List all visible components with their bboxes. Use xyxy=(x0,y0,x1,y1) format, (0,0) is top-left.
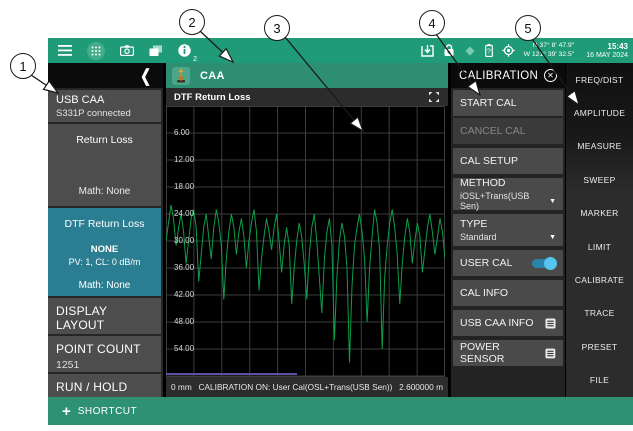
close-icon[interactable]: ✕ xyxy=(544,69,557,82)
usb-device-block[interactable]: USB CAA S331P connected xyxy=(48,90,161,122)
apps-grid-icon[interactable] xyxy=(87,42,105,60)
top-status-bar: 2 ? N 37° 8' 4 xyxy=(48,38,633,63)
manual-figure: 2 ? N 37° 8' 4 xyxy=(0,0,633,431)
calibration-status-label: CALIBRATION ON: User Cal(OSL+Trans(USB S… xyxy=(199,382,393,392)
y-axis-label: 48.00 xyxy=(174,317,204,326)
cal-info-button[interactable]: CAL INFO xyxy=(453,280,563,306)
instrument-screen: 2 ? N 37° 8' 4 xyxy=(48,38,633,425)
y-axis-label: 42.00 xyxy=(174,290,204,299)
nav-item-sweep[interactable]: SWEEP xyxy=(566,163,633,196)
callout-1: 1 xyxy=(10,53,36,79)
display-layout-label: DISPLAY LAYOUT xyxy=(56,304,153,332)
save-screen-icon[interactable] xyxy=(421,42,434,60)
screenshot-camera-icon[interactable] xyxy=(120,42,134,60)
caa-app-tab[interactable]: CAA xyxy=(166,63,448,88)
y-axis-label: 36.00 xyxy=(174,263,204,272)
plus-icon: + xyxy=(62,404,71,419)
trace2-math: Math: None xyxy=(48,280,161,291)
calibration-panel-title: CALIBRATION xyxy=(459,70,538,82)
battery-icon[interactable]: ? xyxy=(485,42,493,60)
point-count-button[interactable]: POINT COUNT 1251 xyxy=(48,336,161,372)
lock-icon[interactable] xyxy=(443,42,455,60)
x-end-label: 2.600000 m xyxy=(399,382,443,392)
shortcut-bar[interactable]: + SHORTCUT xyxy=(48,397,633,425)
callout-2: 2 xyxy=(179,9,205,35)
chart-canvas xyxy=(166,106,445,377)
nav-item-freq-dist[interactable]: FREQ/DIST xyxy=(566,63,633,96)
nav-item-marker[interactable]: MARKER xyxy=(566,197,633,230)
power-sensor-button[interactable]: POWER SENSOR xyxy=(453,340,563,366)
nav-item-limit[interactable]: LIMIT xyxy=(566,230,633,263)
type-dropdown[interactable]: TYPE Standard▼ xyxy=(453,214,563,246)
sidebar-header: ❮ xyxy=(48,63,163,88)
x-start-label: 0 mm xyxy=(171,382,192,392)
callout-4: 4 xyxy=(419,10,445,36)
trace1-return-loss-block[interactable]: Return Loss Math: None xyxy=(48,124,161,206)
nav-item-amplitude[interactable]: AMPLITUDE xyxy=(566,96,633,129)
calibration-panel-header: CALIBRATION ✕ xyxy=(451,63,565,88)
chart-title: DTF Return Loss xyxy=(174,92,251,103)
trace1-math: Math: None xyxy=(48,186,161,197)
y-axis-label: 12.00 xyxy=(174,155,204,164)
nav-item-calibrate[interactable]: CALIBRATE xyxy=(566,263,633,296)
main-menu-nav: FREQ/DISTAMPLITUDEMEASURESWEEPMARKERLIMI… xyxy=(566,63,633,397)
start-cal-button[interactable]: START CAL xyxy=(453,90,563,116)
usb-device-status: S331P connected xyxy=(56,108,161,119)
y-axis-label: 6.00 xyxy=(174,128,204,137)
gps-coordinates: N 37° 8' 47.9" W 121° 39' 32.5" xyxy=(524,42,575,59)
chart-header: DTF Return Loss xyxy=(166,88,448,106)
callout-3: 3 xyxy=(264,15,290,41)
svg-text:?: ? xyxy=(487,49,491,56)
point-count-value: 1251 xyxy=(56,359,79,371)
caa-app-icon xyxy=(172,67,190,85)
trace2-status: NONE xyxy=(48,244,161,255)
display-layout-button[interactable]: DISPLAY LAYOUT Horizontal Split ▼ xyxy=(48,298,161,334)
display-layout-icon[interactable] xyxy=(149,42,163,60)
expand-chart-icon[interactable] xyxy=(428,91,440,103)
clock: 15:43 16 MAY 2024 xyxy=(583,42,628,60)
list-icon xyxy=(545,348,556,359)
y-axis-label: 30.00 xyxy=(174,236,204,245)
sweep-progress-bar xyxy=(166,373,297,375)
gps-icon[interactable] xyxy=(502,42,515,60)
chart-status-bar: 0 mm CALIBRATION ON: User Cal(OSL+Trans(… xyxy=(166,377,448,397)
cancel-cal-button[interactable]: CANCEL CAL xyxy=(453,118,563,144)
shortcut-label: SHORTCUT xyxy=(78,406,137,417)
caa-tab-label: CAA xyxy=(200,70,225,82)
trace2-title: DTF Return Loss xyxy=(48,218,161,230)
run-hold-button[interactable]: RUN / HOLD xyxy=(48,374,161,397)
usb-device-title: USB CAA xyxy=(56,94,161,106)
menu-icon[interactable] xyxy=(58,42,72,60)
y-axis-label: 54.00 xyxy=(174,344,204,353)
nav-item-trace[interactable]: TRACE xyxy=(566,297,633,330)
point-count-label: POINT COUNT xyxy=(56,342,153,356)
chevron-down-icon: ▼ xyxy=(549,234,556,241)
collapse-sidebar-icon[interactable]: ❮ xyxy=(140,67,151,84)
nav-item-measure[interactable]: MEASURE xyxy=(566,130,633,163)
method-dropdown[interactable]: METHOD iOSL+Trans(USB Sen)▼ xyxy=(453,178,563,210)
nav-item-preset[interactable]: PRESET xyxy=(566,330,633,363)
calibration-panel: CALIBRATION ✕ START CAL CANCEL CAL CAL S… xyxy=(451,63,565,397)
trace1-title: Return Loss xyxy=(48,134,161,146)
callout-5: 5 xyxy=(515,15,541,41)
measurement-area: CAA DTF Return Loss 6.00 12.00 18.00 24.00 3… xyxy=(166,63,448,397)
trace-sidebar: ❮ USB CAA S331P connected Return Loss Ma… xyxy=(48,63,163,397)
usb-caa-info-button[interactable]: USB CAA INFO xyxy=(453,310,563,336)
trace2-detail: PV: 1, CL: 0 dB/m xyxy=(48,257,161,267)
user-cal-toggle[interactable] xyxy=(532,259,556,268)
info-icon[interactable]: 2 xyxy=(178,42,191,60)
run-hold-label: RUN / HOLD xyxy=(56,380,153,394)
cal-setup-button[interactable]: CAL SETUP xyxy=(453,148,563,174)
trace2-dtf-block[interactable]: DTF Return Loss NONE PV: 1, CL: 0 dB/m M… xyxy=(48,208,161,296)
y-axis-label: 18.00 xyxy=(174,182,204,191)
info-badge: 2 xyxy=(193,56,197,63)
y-axis-label: 24.00 xyxy=(174,209,204,218)
tag-icon[interactable] xyxy=(464,42,476,60)
list-icon xyxy=(545,318,556,329)
dtf-chart-plot[interactable]: 6.00 12.00 18.00 24.00 30.00 36.00 42.00 48.00 5… xyxy=(166,106,445,377)
user-cal-toggle-row[interactable]: USER CAL xyxy=(453,250,563,276)
nav-item-file[interactable]: FILE xyxy=(566,364,633,397)
chevron-down-icon: ▼ xyxy=(549,198,556,205)
